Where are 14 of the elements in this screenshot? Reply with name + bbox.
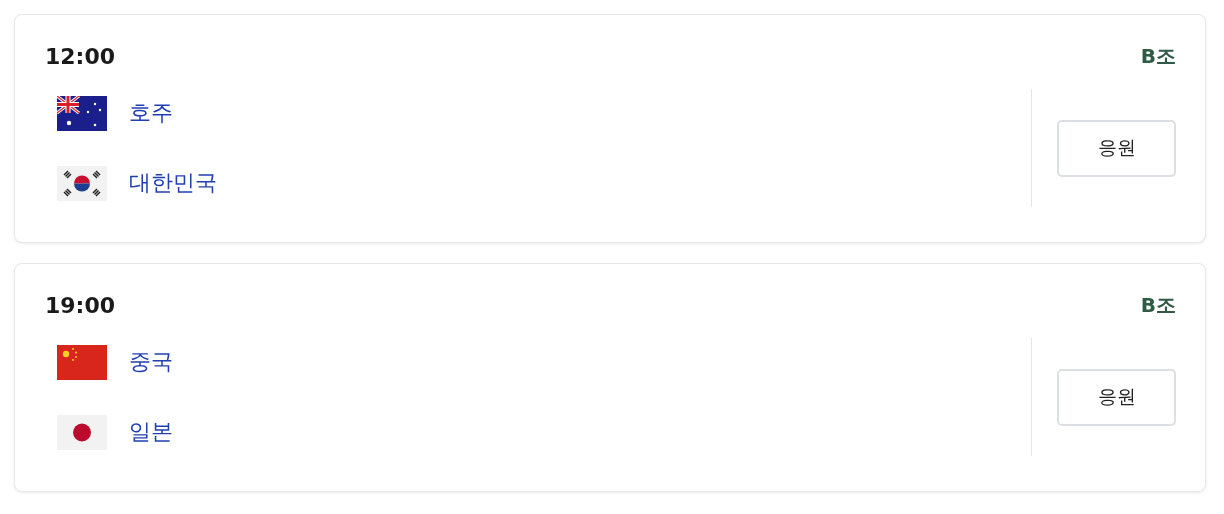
team-name[interactable]: 일본 — [129, 417, 173, 447]
cheer-button[interactable]: 응원 — [1057, 368, 1176, 426]
flag-icon — [57, 165, 107, 201]
team-name[interactable]: 대한민국 — [129, 168, 217, 198]
cheer-button[interactable]: 응원 — [1057, 119, 1176, 177]
group-label: B조 — [1140, 42, 1176, 70]
team-name[interactable]: 호주 — [129, 98, 173, 128]
match-time: 12:00 — [45, 43, 116, 69]
flag-icon — [57, 344, 107, 380]
flag-icon — [57, 414, 107, 450]
flag-icon — [57, 95, 107, 131]
group-label: B조 — [1140, 291, 1176, 319]
team-name[interactable]: 중국 — [129, 347, 173, 377]
match-time: 19:00 — [45, 292, 116, 318]
